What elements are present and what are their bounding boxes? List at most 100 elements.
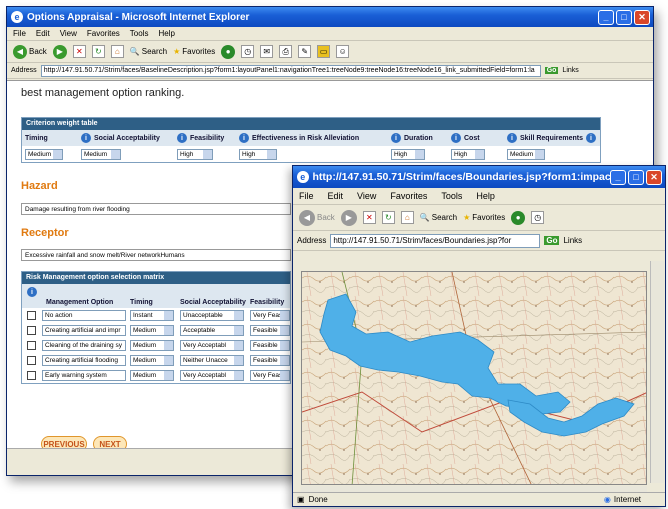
search-button[interactable]: 🔍 Search	[420, 213, 457, 222]
popup-toolbar: ◀ Back ▶ ✕ ↻ ⌂ 🔍 Search ★ Favorites ● ◷	[293, 205, 665, 231]
row-checkbox[interactable]	[27, 356, 36, 365]
menu-help[interactable]: Help	[158, 29, 174, 38]
home-icon[interactable]: ⌂	[400, 211, 414, 224]
receptor-input[interactable]: Excessive rainfall and snow melt/River n…	[21, 249, 291, 261]
hazard-input[interactable]: Damage resulting from river flooding	[21, 203, 291, 215]
minimize-button[interactable]: _	[598, 9, 614, 25]
edit-icon[interactable]: ✎	[298, 45, 312, 58]
back-button[interactable]: ◀ Back	[13, 44, 47, 59]
history-icon[interactable]: ◷	[241, 45, 255, 58]
effectiveness-select[interactable]: High	[239, 148, 277, 160]
close-button[interactable]: ✕	[646, 169, 662, 185]
close-button[interactable]: ✕	[634, 9, 650, 25]
feasibility-select[interactable]: Feasible	[250, 325, 290, 336]
links-label[interactable]: Links	[562, 67, 578, 74]
popup-title-bar[interactable]: e http://147.91.50.71/Strim/faces/Bounda…	[293, 166, 665, 188]
row-checkbox[interactable]	[27, 371, 36, 380]
menu-view[interactable]: View	[60, 29, 77, 38]
menu-view[interactable]: View	[357, 191, 376, 201]
hazard-heading: Hazard	[21, 180, 58, 192]
info-icon[interactable]: i	[586, 133, 597, 143]
social-acceptability-select[interactable]: Acceptable	[180, 325, 244, 336]
minimize-button[interactable]: _	[610, 169, 626, 185]
info-icon[interactable]: i	[391, 133, 401, 143]
favorites-button[interactable]: ★ Favorites	[173, 47, 215, 56]
info-icon[interactable]: i	[81, 133, 91, 143]
criterion-table-title: Criterion weight table	[22, 118, 600, 130]
social-acceptability-select[interactable]: Very Acceptabl	[180, 370, 244, 381]
media-icon[interactable]: ●	[221, 44, 236, 59]
home-icon[interactable]: ⌂	[110, 45, 124, 58]
option-input[interactable]: Creating artificial and impr	[42, 325, 126, 336]
menu-edit[interactable]: Edit	[328, 191, 344, 201]
option-input[interactable]: No action	[42, 310, 126, 321]
social-acceptability-select[interactable]: Very Acceptabl	[180, 340, 244, 351]
stop-icon[interactable]: ✕	[72, 45, 86, 58]
refresh-icon[interactable]: ↻	[91, 45, 105, 58]
info-icon[interactable]: i	[177, 133, 187, 143]
feasibility-select[interactable]: Feasible	[250, 340, 290, 351]
flood-map[interactable]	[301, 271, 647, 485]
maximize-button[interactable]: □	[616, 9, 632, 25]
feasibility-select[interactable]: Feasible	[250, 355, 290, 366]
menu-file[interactable]: File	[299, 191, 314, 201]
timing-select[interactable]: Medium	[130, 340, 174, 351]
messenger-icon[interactable]: ☺	[336, 45, 350, 58]
option-input[interactable]: Creating artificial flooding	[42, 355, 126, 366]
row-checkbox[interactable]	[27, 326, 36, 335]
maximize-button[interactable]: □	[628, 169, 644, 185]
back-arrow-icon: ◀	[13, 44, 27, 59]
info-icon[interactable]: i	[239, 133, 249, 143]
row-checkbox[interactable]	[27, 341, 36, 350]
timing-select[interactable]: Instant	[130, 310, 174, 321]
timing-select[interactable]: Medium	[130, 370, 174, 381]
favorites-button[interactable]: ★ Favorites	[463, 213, 505, 222]
vertical-scrollbar[interactable]	[650, 261, 664, 483]
social-acceptability-select[interactable]: Neither Unacce	[180, 355, 244, 366]
menu-tools[interactable]: Tools	[441, 191, 462, 201]
forward-button[interactable]: ▶	[52, 44, 67, 59]
menu-favorites[interactable]: Favorites	[87, 29, 120, 38]
menu-favorites[interactable]: Favorites	[390, 191, 427, 201]
mail-icon[interactable]: ✉	[260, 45, 274, 58]
option-input[interactable]: Early warning system	[42, 370, 126, 381]
print-icon[interactable]: ⎙	[279, 45, 293, 58]
skill-select[interactable]: Medium	[507, 148, 545, 160]
header-cost: Cost	[464, 134, 480, 142]
menu-help[interactable]: Help	[476, 191, 495, 201]
folder-icon[interactable]: ▭	[317, 45, 331, 58]
search-button[interactable]: 🔍 Search	[130, 47, 167, 56]
zone-indicator: ◉ Internet	[604, 495, 641, 504]
go-button[interactable]: Go	[544, 236, 560, 245]
row-checkbox[interactable]	[27, 311, 36, 320]
timing-select[interactable]: Medium	[130, 325, 174, 336]
menu-tools[interactable]: Tools	[130, 29, 149, 38]
links-label[interactable]: Links	[563, 236, 582, 245]
main-address-bar: Address http://147.91.50.71/Strim/faces/…	[7, 63, 653, 79]
stop-icon[interactable]: ✕	[362, 211, 376, 224]
refresh-icon[interactable]: ↻	[381, 211, 395, 224]
social-acceptability-select[interactable]: Unacceptable	[180, 310, 244, 321]
option-input[interactable]: Cleaning of the draining sy	[42, 340, 126, 351]
cost-select[interactable]: High	[451, 148, 485, 160]
info-icon[interactable]: i	[451, 133, 461, 143]
main-title-bar[interactable]: e Options Appraisal - Microsoft Internet…	[7, 7, 653, 27]
feasibility-select[interactable]: Very Feasib	[250, 310, 290, 321]
feasibility-select[interactable]: Very Feasib	[250, 370, 290, 381]
back-button[interactable]: ◀ Back	[299, 209, 335, 226]
timing-select[interactable]: Medium	[130, 355, 174, 366]
history-icon[interactable]: ◷	[531, 211, 545, 224]
info-icon[interactable]: i	[27, 287, 37, 297]
media-icon[interactable]: ●	[511, 210, 526, 225]
menu-file[interactable]: File	[13, 29, 26, 38]
info-icon[interactable]: i	[507, 133, 517, 143]
duration-select[interactable]: High	[391, 148, 425, 160]
feasibility-select[interactable]: High	[177, 148, 213, 160]
social-select[interactable]: Medium	[81, 148, 121, 160]
forward-button[interactable]: ▶	[340, 209, 357, 226]
address-input[interactable]: http://147.91.50.71/Strim/faces/Baseline…	[40, 64, 541, 77]
menu-edit[interactable]: Edit	[36, 29, 50, 38]
go-button[interactable]: Go	[544, 67, 559, 74]
timing-select[interactable]: Medium	[25, 148, 63, 160]
address-input[interactable]: http://147.91.50.71/Strim/faces/Boundari…	[330, 233, 541, 248]
